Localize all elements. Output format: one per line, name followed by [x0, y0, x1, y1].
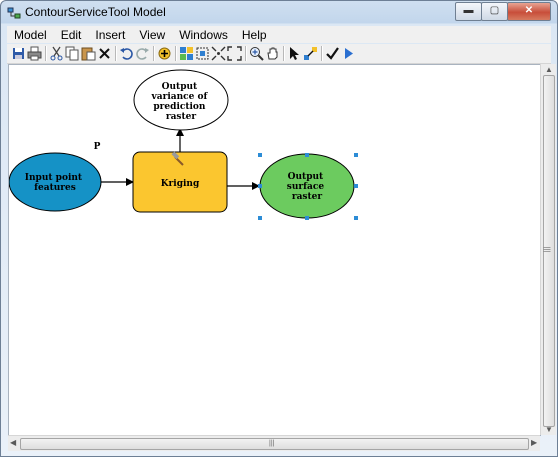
- menu-model[interactable]: Model: [7, 28, 54, 42]
- zoom-fit-icon[interactable]: [227, 46, 242, 61]
- selection-handle: [258, 216, 262, 220]
- model-diagram: Output variance of prediction raster Inp…: [8, 69, 358, 220]
- model-canvas[interactable]: Output variance of prediction raster Inp…: [8, 64, 541, 436]
- title-bar[interactable]: ContourServiceTool Model ▬ ▢ ✕: [1, 1, 557, 25]
- output-surface-node[interactable]: Output surface raster: [259, 153, 355, 219]
- scroll-right-icon[interactable]: ▶: [531, 439, 537, 447]
- output-variance-node[interactable]: Output variance of prediction raster: [133, 69, 229, 131]
- maximize-button[interactable]: ▢: [481, 2, 508, 21]
- svg-text:Output surface: Output surface raster: [287, 172, 327, 202]
- selection-handle: [258, 153, 262, 157]
- selection-handle: [354, 184, 358, 188]
- menu-insert[interactable]: Insert: [88, 28, 132, 42]
- kriging-tool-node[interactable]: Kriging: [132, 151, 228, 213]
- paste-icon[interactable]: [81, 46, 96, 61]
- thumb-grip: |||: [543, 246, 551, 253]
- select-pointer-icon[interactable]: [287, 46, 302, 61]
- scroll-left-icon[interactable]: ◀: [10, 439, 16, 447]
- vertical-scrollbar[interactable]: ▲ ||| ▼: [540, 64, 556, 435]
- connect-icon[interactable]: [303, 46, 318, 61]
- zoom-in-icon[interactable]: [249, 46, 264, 61]
- redo-icon[interactable]: [135, 46, 150, 61]
- vertical-scroll-thumb[interactable]: |||: [543, 75, 555, 427]
- scroll-down-icon[interactable]: ▼: [545, 426, 553, 434]
- menu-edit[interactable]: Edit: [54, 28, 89, 42]
- horizontal-scrollbar[interactable]: ◀ ||| ▶: [8, 435, 540, 451]
- thumb-grip: |||: [269, 440, 275, 447]
- copy-icon[interactable]: [65, 46, 80, 61]
- validate-icon[interactable]: [325, 46, 340, 61]
- pan-icon[interactable]: [265, 46, 280, 61]
- add-data-icon[interactable]: [157, 46, 172, 61]
- model-builder-icon: [7, 7, 21, 19]
- auto-layout-icon[interactable]: [179, 46, 194, 61]
- select-all-icon[interactable]: [195, 46, 210, 61]
- menu-help[interactable]: Help: [235, 28, 274, 42]
- run-icon[interactable]: [341, 46, 356, 61]
- toolbar: [7, 44, 551, 64]
- selection-handle: [305, 216, 309, 220]
- save-icon[interactable]: [11, 46, 26, 61]
- scroll-up-icon[interactable]: ▲: [545, 66, 553, 74]
- parameter-marker: P: [94, 142, 101, 152]
- input-features-node[interactable]: Input point features: [8, 152, 102, 212]
- menu-bar: Model Edit Insert View Windows Help: [7, 26, 551, 43]
- window-title: ContourServiceTool Model: [25, 5, 166, 19]
- full-extent-icon[interactable]: [211, 46, 226, 61]
- minimize-button[interactable]: ▬: [455, 2, 482, 21]
- menu-view[interactable]: View: [132, 28, 172, 42]
- selection-handle: [354, 153, 358, 157]
- close-button[interactable]: ✕: [507, 2, 551, 21]
- cut-icon[interactable]: [49, 46, 64, 61]
- undo-icon[interactable]: [119, 46, 134, 61]
- horizontal-scroll-thumb[interactable]: |||: [20, 438, 529, 450]
- selection-handle: [354, 216, 358, 220]
- model-window: ContourServiceTool Model ▬ ▢ ✕ Model Edi…: [0, 0, 558, 457]
- selection-handle: [305, 153, 309, 157]
- menu-windows[interactable]: Windows: [172, 28, 235, 42]
- selection-handle: [258, 184, 262, 188]
- delete-icon[interactable]: [97, 46, 112, 61]
- svg-text:Kriging: Kriging: [161, 179, 200, 189]
- print-icon[interactable]: [27, 46, 42, 61]
